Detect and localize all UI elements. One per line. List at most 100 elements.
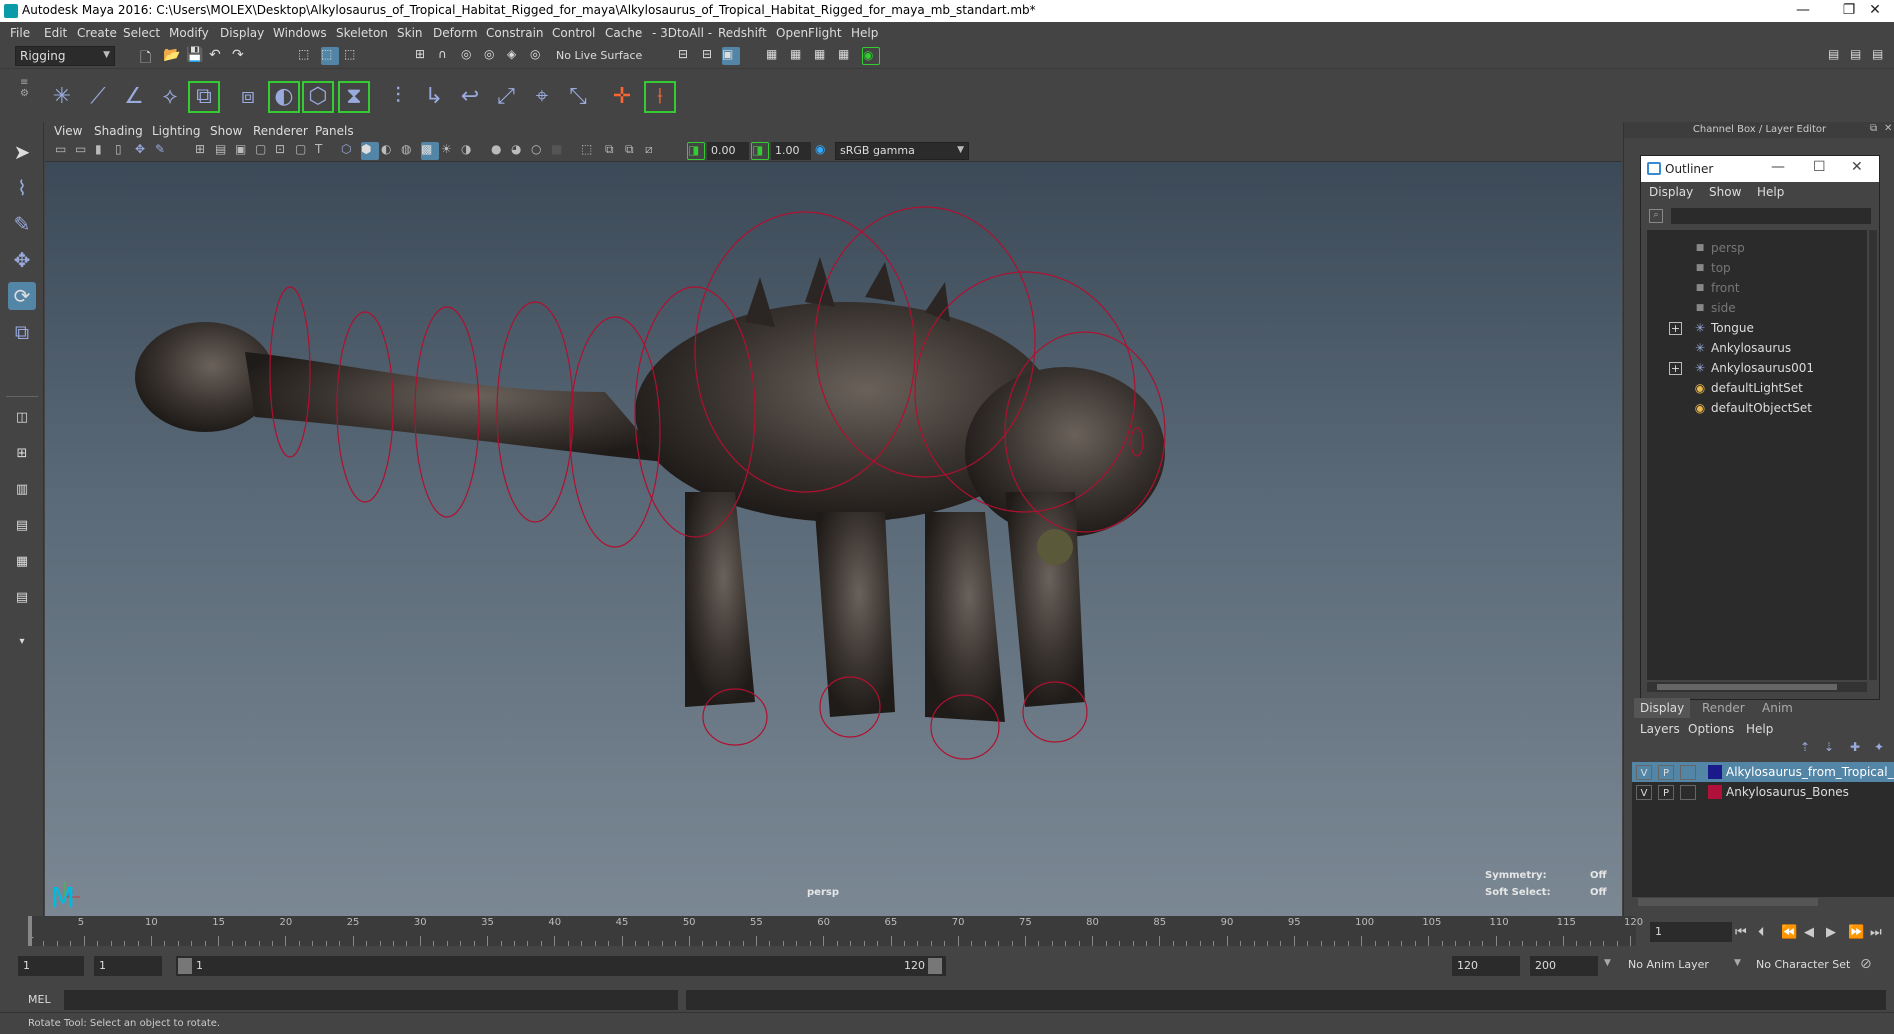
viewport-menu-view[interactable]: View xyxy=(54,124,82,138)
outliner-menu-display[interactable]: Display xyxy=(1649,185,1693,199)
command-language-label[interactable]: MEL xyxy=(28,993,51,1006)
grease-pencil-icon[interactable]: ✎ xyxy=(155,142,173,160)
textured-icon[interactable]: ▩ xyxy=(421,142,439,160)
menu-3dtoall[interactable]: - 3DtoAll - xyxy=(652,26,712,40)
outliner-close-button[interactable]: ✕ xyxy=(1851,159,1863,175)
current-frame-field[interactable]: 1 xyxy=(1650,922,1732,942)
modeling-toolkit-icon[interactable]: ▤ xyxy=(1828,47,1846,65)
search-options-icon[interactable]: ⌕ xyxy=(1649,209,1663,223)
tab-render[interactable]: Render xyxy=(1702,701,1745,715)
outliner-item[interactable]: ■ top xyxy=(1647,258,1867,278)
viewport-menu-renderer[interactable]: Renderer xyxy=(253,124,308,138)
select-tool-icon[interactable]: ➤ xyxy=(8,138,36,166)
outliner-search-input[interactable] xyxy=(1671,208,1871,224)
locator-icon[interactable]: ✛ xyxy=(606,81,638,113)
move-layer-up-icon[interactable]: ⇡ xyxy=(1800,740,1810,754)
snap-view-icon[interactable]: ◎ xyxy=(484,47,502,65)
menu-file[interactable]: File xyxy=(10,26,30,40)
time-ruler[interactable]: 1510152025303540455055606570758085909510… xyxy=(28,916,1643,946)
move-layer-down-icon[interactable]: ⇣ xyxy=(1824,740,1834,754)
float-panel-icon[interactable]: ⧉ xyxy=(1870,123,1877,134)
film-gate-icon[interactable]: ▤ xyxy=(215,142,233,160)
layer-menu-layers[interactable]: Layers xyxy=(1640,722,1680,736)
shelf-options-icon[interactable]: ≡ ⚙ xyxy=(20,77,30,113)
cluster-deformer-icon[interactable]: ⟊ xyxy=(644,81,676,113)
scale-tool-icon[interactable]: ⧉ xyxy=(8,318,36,346)
end-time-field[interactable]: 200 xyxy=(1530,956,1598,976)
auto-key-icon[interactable]: ⊘ xyxy=(1860,956,1872,972)
single-view-layout-icon[interactable]: ◫ xyxy=(8,406,36,430)
layer-color-swatch[interactable] xyxy=(1708,765,1722,779)
snap-grid-icon[interactable]: ⊞ xyxy=(415,47,433,65)
gate-mask-icon[interactable]: ▢ xyxy=(255,142,273,160)
ik-handle-icon[interactable]: ⟋ xyxy=(82,81,114,113)
menu-redshift[interactable]: Redshift xyxy=(718,26,767,40)
play-backward-icon[interactable]: ◀ xyxy=(1804,925,1814,940)
undo-icon[interactable]: ↶ xyxy=(209,47,227,65)
color-management-icon[interactable]: ◉ xyxy=(815,142,833,160)
default-material-icon[interactable]: ◍ xyxy=(401,142,419,160)
side-by-side-layout-icon[interactable]: ▥ xyxy=(8,478,36,502)
menu-control[interactable]: Control xyxy=(552,26,595,40)
motion-blur-icon[interactable]: ◕ xyxy=(511,142,529,160)
parent-constraint-icon[interactable]: ⌖ xyxy=(526,81,558,113)
menu-cache[interactable]: Cache xyxy=(605,26,642,40)
camera-select-icon[interactable]: ▭ xyxy=(55,142,73,160)
layer-menu-help[interactable]: Help xyxy=(1746,722,1773,736)
layer-menu-options[interactable]: Options xyxy=(1688,722,1734,736)
tab-display[interactable]: Display xyxy=(1634,698,1691,718)
command-input[interactable] xyxy=(64,990,678,1010)
snap-surface-icon[interactable]: ◈ xyxy=(507,47,525,65)
outliner-item[interactable]: ■ side xyxy=(1647,298,1867,318)
grid-icon[interactable]: ⊞ xyxy=(195,142,213,160)
step-forward-frame-icon[interactable]: ⏩ xyxy=(1848,925,1864,940)
new-empty-layer-icon[interactable]: ✚ xyxy=(1850,740,1860,754)
layer-display-type-toggle[interactable] xyxy=(1680,785,1696,800)
field-chart-icon[interactable]: ⊡ xyxy=(275,142,293,160)
colorspace-dropdown[interactable]: sRGB gamma ▼ xyxy=(835,142,969,160)
playback-end-field[interactable]: 120 xyxy=(1452,956,1520,976)
paint-select-icon[interactable]: ✎ xyxy=(8,210,36,238)
mirror-joint-icon[interactable]: ⧉ xyxy=(188,81,220,113)
lattice-icon[interactable]: ⬡ xyxy=(302,81,334,113)
current-time-indicator[interactable] xyxy=(28,916,32,946)
outliner-menu-help[interactable]: Help xyxy=(1757,185,1784,199)
menu-modify[interactable]: Modify xyxy=(169,26,209,40)
go-to-end-icon[interactable]: ⏭ xyxy=(1870,925,1882,940)
outliner-vscrollbar[interactable] xyxy=(1869,230,1877,680)
layer-row[interactable]: V P Ankylosaurus_Bones xyxy=(1632,782,1894,802)
four-view-layout-icon[interactable]: ⊞ xyxy=(8,442,36,466)
point-constraint-icon[interactable]: ⫶ xyxy=(382,81,414,113)
outliner-item[interactable]: ◉ defaultLightSet xyxy=(1647,378,1867,398)
viewport-menu-panels[interactable]: Panels xyxy=(315,124,354,138)
ipr-render-icon[interactable]: ▦ xyxy=(814,47,832,65)
scale-constraint-icon[interactable]: ⤢ xyxy=(490,81,522,113)
menu-constrain[interactable]: Constrain xyxy=(486,26,544,40)
chevron-down-icon[interactable]: ▼ xyxy=(1734,958,1741,968)
exposure-field[interactable]: 0.00 xyxy=(707,142,749,160)
menu-select[interactable]: Select xyxy=(123,26,160,40)
layout-more-icon[interactable]: ▾ xyxy=(8,630,36,654)
live-surface-label[interactable]: No Live Surface xyxy=(556,49,642,62)
lasso-tool-icon[interactable]: ⌇ xyxy=(8,174,36,202)
expand-icon[interactable]: + xyxy=(1669,322,1682,335)
layer-display-type-toggle[interactable] xyxy=(1680,765,1696,780)
persp-hypergraph-layout-icon[interactable]: ▤ xyxy=(8,586,36,610)
layer-playback-toggle[interactable]: P xyxy=(1658,765,1674,780)
image-plane-icon[interactable]: ▯ xyxy=(115,142,133,160)
close-button[interactable]: ✕ xyxy=(1856,0,1894,22)
xray-components-icon[interactable]: ⧄ xyxy=(645,142,663,160)
snap-curve-icon[interactable]: ∩ xyxy=(438,47,456,65)
playback-start-field[interactable]: 1 xyxy=(94,956,162,976)
orient-constraint-icon[interactable]: ↩ xyxy=(454,81,486,113)
channel-box-icon[interactable]: ▤ xyxy=(1872,47,1890,65)
shadows-icon[interactable]: ◑ xyxy=(461,142,479,160)
menu-openflight[interactable]: OpenFlight xyxy=(776,26,842,40)
isolate-select-icon[interactable]: ⬚ xyxy=(581,142,599,160)
wireframe-icon[interactable]: ⬡ xyxy=(341,142,359,160)
bind-skin-icon[interactable]: ⧈ xyxy=(232,81,264,113)
construction-history-icon[interactable]: ▣ xyxy=(722,47,740,65)
select-by-object-icon[interactable]: ⬚ xyxy=(321,47,339,65)
safe-title-icon[interactable]: T xyxy=(315,142,333,160)
use-all-lights-icon[interactable]: ☀ xyxy=(441,142,459,160)
